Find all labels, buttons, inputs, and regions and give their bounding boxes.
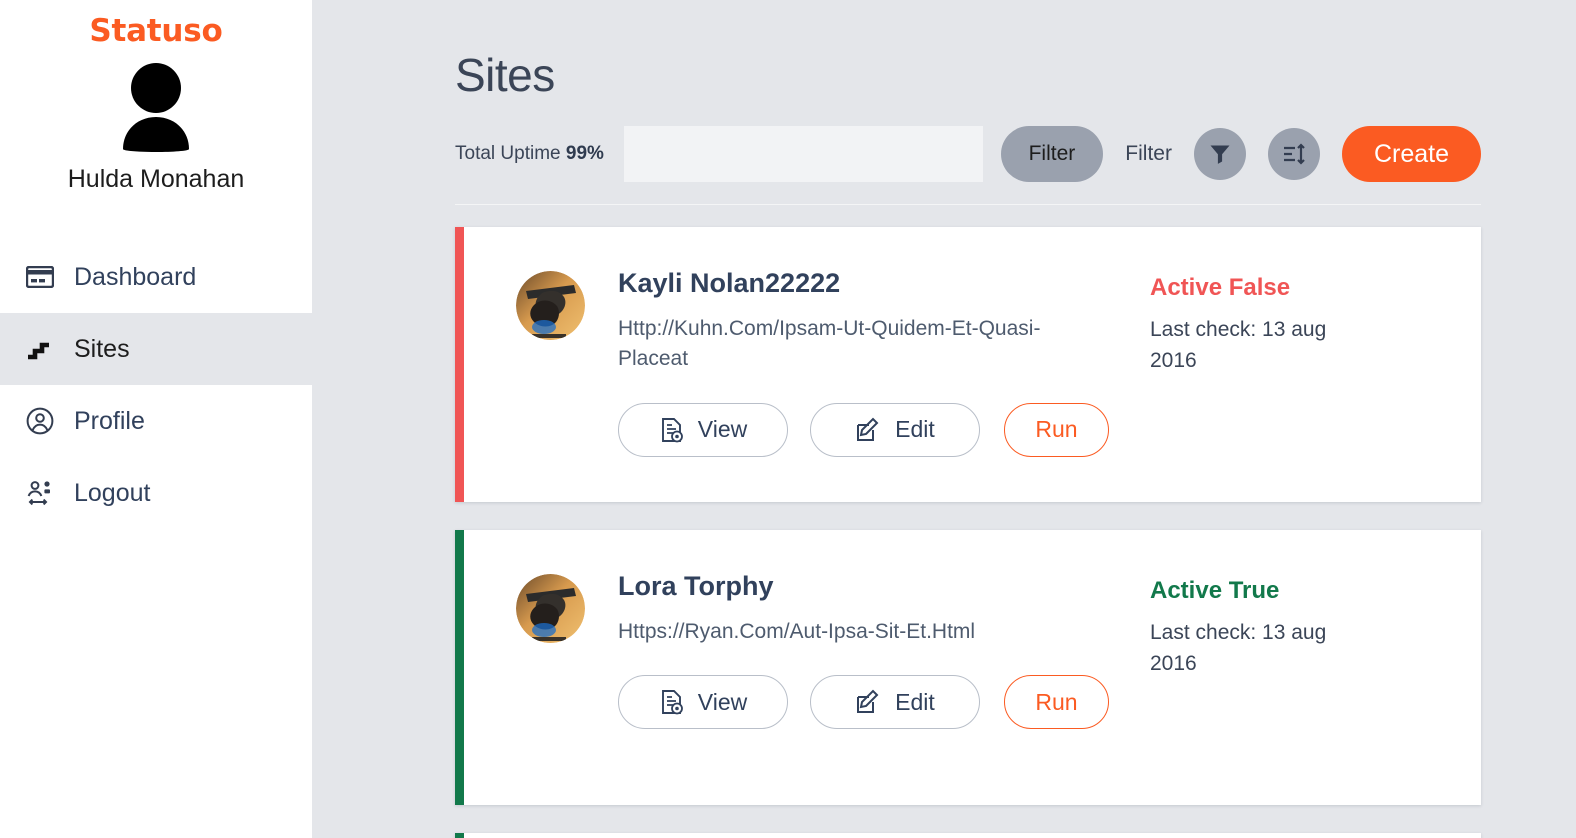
sort-icon	[1281, 142, 1307, 166]
run-button[interactable]: Run	[1004, 675, 1109, 730]
status-badge: Active True	[1150, 577, 1280, 604]
site-url: Https://Ryan.Com/Aut-Ipsa-Sit-Et.Html	[618, 619, 976, 643]
sidebar: Statuso Hulda Monahan Dashboard Sites Pr…	[0, 0, 312, 838]
site-status: Active True Last check: 13 aug 2016	[1138, 572, 1468, 763]
edit-button[interactable]: Edit	[810, 675, 980, 730]
view-button-label: View	[697, 688, 748, 715]
view-button-label: View	[697, 416, 748, 443]
status-accent-bar	[455, 530, 464, 805]
site-card[interactable]	[455, 833, 1481, 838]
sort-button[interactable]	[1267, 128, 1320, 180]
user-avatar-icon	[113, 63, 199, 155]
site-info: Kayli Nolan22222 Http://Kuhn.Com/Ipsam-U…	[618, 268, 1138, 460]
site-card[interactable]: Kayli Nolan22222 Http://Kuhn.Com/Ipsam-U…	[455, 227, 1481, 502]
filter-icon-button[interactable]	[1193, 128, 1246, 180]
total-uptime-label: Total Uptime	[455, 143, 561, 164]
filter-link[interactable]: Filter	[1125, 142, 1172, 166]
view-button[interactable]: View	[618, 402, 788, 457]
sidebar-item-profile[interactable]: Profile	[0, 385, 312, 457]
sidebar-nav: Dashboard Sites Profile Logout	[0, 241, 312, 529]
site-url: Http://Kuhn.Com/Ipsam-Ut-Quidem-Et-Quasi…	[618, 316, 1041, 371]
page-header: Sites Total Uptime 99% Filter Filter Cre…	[312, 0, 1576, 182]
funnel-icon	[1208, 142, 1232, 166]
total-uptime: Total Uptime 99%	[455, 143, 604, 165]
site-actions: View Edit Run	[618, 402, 1138, 457]
site-avatar	[516, 271, 585, 340]
sidebar-item-label: Profile	[74, 406, 145, 435]
app-root: Statuso Hulda Monahan Dashboard Sites Pr…	[0, 0, 1576, 838]
sidebar-item-label: Sites	[74, 334, 130, 363]
sidebar-item-dashboard[interactable]: Dashboard	[0, 241, 312, 313]
total-uptime-value: 99%	[565, 143, 604, 164]
status-accent-bar	[455, 833, 464, 838]
pencil-square-icon	[855, 417, 881, 443]
site-status: Active False Last check: 13 aug 2016	[1138, 269, 1468, 460]
credit-card-icon	[26, 266, 60, 288]
sidebar-user-block: Hulda Monahan	[0, 63, 312, 194]
site-card[interactable]: Lora Torphy Https://Ryan.Com/Aut-Ipsa-Si…	[455, 530, 1481, 805]
sidebar-user-name: Hulda Monahan	[67, 165, 245, 193]
brand-logo: Statuso	[89, 13, 223, 49]
create-button[interactable]: Create	[1341, 126, 1481, 182]
site-actions: View Edit Run	[618, 675, 1138, 730]
filter-button[interactable]: Filter	[1000, 126, 1104, 182]
user-circle-icon	[26, 407, 60, 435]
sidebar-item-logout[interactable]: Logout	[0, 457, 312, 529]
edit-button-label: Edit	[895, 688, 935, 715]
last-check-text: Last check: 13 aug 2016	[1150, 621, 1327, 675]
sidebar-item-label: Logout	[74, 478, 151, 507]
sidebar-item-sites[interactable]: Sites	[0, 313, 312, 385]
view-button[interactable]: View	[618, 675, 788, 730]
site-info: Lora Torphy Https://Ryan.Com/Aut-Ipsa-Si…	[618, 571, 1138, 763]
edit-button-label: Edit	[895, 416, 935, 443]
sidebar-item-label: Dashboard	[74, 262, 197, 291]
site-name: Lora Torphy	[618, 571, 774, 601]
site-card-body: Lora Torphy Https://Ryan.Com/Aut-Ipsa-Si…	[464, 530, 1481, 805]
site-card-list: Kayli Nolan22222 Http://Kuhn.Com/Ipsam-U…	[312, 205, 1576, 838]
user-switch-icon	[26, 479, 60, 507]
site-name: Kayli Nolan22222	[618, 268, 841, 298]
run-button[interactable]: Run	[1004, 402, 1109, 457]
pencil-square-icon	[855, 689, 881, 715]
site-card-body	[464, 833, 1481, 838]
document-eye-icon	[659, 417, 684, 443]
site-card-body: Kayli Nolan22222 Http://Kuhn.Com/Ipsam-U…	[464, 227, 1481, 502]
edit-button[interactable]: Edit	[810, 402, 980, 457]
search-input[interactable]	[623, 126, 983, 182]
stairs-icon	[26, 337, 60, 361]
status-badge: Active False	[1150, 274, 1291, 301]
page-title: Sites	[455, 49, 555, 101]
status-accent-bar	[455, 227, 464, 502]
document-eye-icon	[659, 689, 684, 715]
site-avatar	[516, 574, 585, 643]
main-content: Sites Total Uptime 99% Filter Filter Cre…	[312, 0, 1576, 838]
last-check-text: Last check: 13 aug 2016	[1150, 318, 1327, 372]
toolbar: Total Uptime 99% Filter Filter Create	[455, 126, 1481, 182]
